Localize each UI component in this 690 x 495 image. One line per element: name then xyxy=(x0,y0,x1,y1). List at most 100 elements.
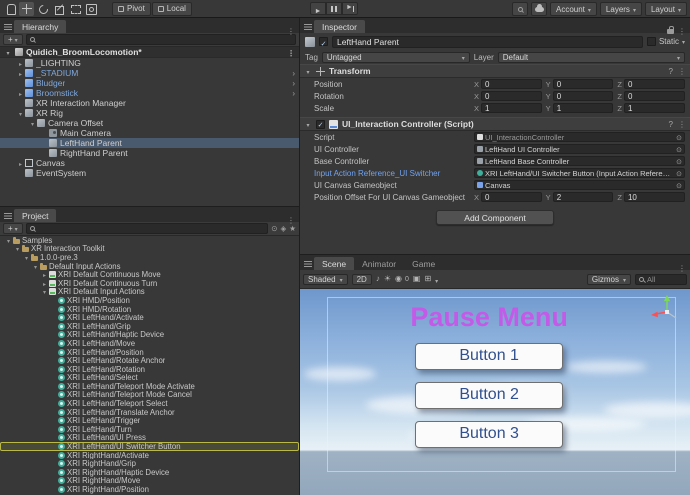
project-row[interactable]: Samples xyxy=(0,236,299,245)
open-prefab-chevron-icon[interactable] xyxy=(292,78,295,88)
fold-arrow-icon[interactable] xyxy=(22,253,31,262)
x-input[interactable]: 1 xyxy=(481,103,542,113)
project-row[interactable]: XRI Default Continuous Turn xyxy=(0,279,299,288)
tool-button[interactable] xyxy=(19,2,34,16)
project-row[interactable]: XRI RightHand/Position xyxy=(0,485,299,494)
pause-button[interactable] xyxy=(326,2,342,15)
pivot-toggle[interactable]: Pivot xyxy=(112,2,151,16)
project-row[interactable]: XRI LeftHand/UI Switcher Button xyxy=(0,442,299,451)
project-row[interactable]: XRI LeftHand/Translate Anchor xyxy=(0,408,299,417)
z-input[interactable]: 1 xyxy=(624,103,685,113)
project-row[interactable]: XRI LeftHand/Haptic Device xyxy=(0,331,299,340)
y-input[interactable]: 0 xyxy=(553,79,614,89)
fold-arrow-icon[interactable] xyxy=(28,118,37,128)
active-checkbox[interactable] xyxy=(319,37,328,46)
tag-dropdown[interactable]: Untagged xyxy=(322,52,470,63)
scene-viewport[interactable]: Pause Menu Button 1Button 2Button 3 xyxy=(300,289,690,495)
cloud-services-button[interactable] xyxy=(531,2,547,16)
project-row[interactable]: XR Interaction Toolkit xyxy=(0,245,299,254)
project-row[interactable]: XRI Default Input Actions xyxy=(0,288,299,297)
shading-mode-dropdown[interactable]: Shaded xyxy=(303,274,348,285)
project-row[interactable]: XRI HMD/Position xyxy=(0,296,299,305)
panel-menu-icon[interactable] xyxy=(287,210,295,228)
pane-menu-icon[interactable] xyxy=(304,260,312,268)
hierarchy-row[interactable]: Canvas xyxy=(0,158,299,168)
add-component-button[interactable]: Add Component xyxy=(436,210,554,225)
object-reference-field[interactable]: UI_InteractionController xyxy=(474,132,685,142)
z-input[interactable]: 0 xyxy=(624,91,685,101)
ui-button[interactable]: Button 3 xyxy=(415,421,563,448)
scene-visibility-icon[interactable] xyxy=(395,275,402,283)
view-tab[interactable]: Game xyxy=(404,257,443,270)
hierarchy-row[interactable]: Main Camera xyxy=(0,128,299,138)
effects-toggle-icon[interactable] xyxy=(384,275,391,283)
object-picker-icon[interactable] xyxy=(674,181,682,190)
fold-arrow-icon[interactable] xyxy=(40,288,49,297)
fold-arrow-icon[interactable] xyxy=(16,88,25,98)
fold-arrow-icon[interactable] xyxy=(304,119,312,129)
project-row[interactable]: XRI LeftHand/Move xyxy=(0,339,299,348)
fold-arrow-icon[interactable] xyxy=(304,66,312,76)
project-row[interactable]: XRI LeftHand/Teleport Mode Cancel xyxy=(0,391,299,400)
script-component-header[interactable]: UI_Interaction Controller (Script) xyxy=(300,117,690,131)
object-picker-icon[interactable] xyxy=(674,157,682,166)
pane-menu-icon[interactable] xyxy=(4,23,12,31)
lock-icon[interactable] xyxy=(667,29,674,34)
gizmos-dropdown[interactable]: Gizmos xyxy=(587,274,631,285)
component-enabled-checkbox[interactable] xyxy=(316,120,325,129)
axis-gizmo[interactable] xyxy=(648,293,684,327)
x-input[interactable]: 0 xyxy=(481,79,542,89)
project-row[interactable]: XRI LeftHand/Position xyxy=(0,348,299,357)
pane-menu-icon[interactable] xyxy=(304,23,312,31)
y-input[interactable]: 0 xyxy=(553,91,614,101)
hierarchy-row[interactable]: Broomstick xyxy=(0,88,299,98)
project-row[interactable]: XRI LeftHand/Activate xyxy=(0,313,299,322)
project-row[interactable]: XRI LeftHand/Trigger xyxy=(0,416,299,425)
tab-inspector[interactable]: Inspector xyxy=(314,20,365,33)
fold-arrow-icon[interactable] xyxy=(16,158,25,168)
object-reference-field[interactable]: Canvas xyxy=(474,180,685,190)
play-button[interactable] xyxy=(310,2,326,15)
x-input[interactable]: 0 xyxy=(481,91,542,101)
object-picker-icon[interactable] xyxy=(674,145,682,154)
transform-component-header[interactable]: Transform xyxy=(300,64,690,78)
hierarchy-row[interactable]: Bludger xyxy=(0,78,299,88)
layer-dropdown[interactable]: Default xyxy=(498,52,685,63)
project-search-input[interactable] xyxy=(26,223,269,234)
open-prefab-chevron-icon[interactable] xyxy=(292,88,295,98)
audio-toggle-icon[interactable] xyxy=(376,275,380,283)
layout-dropdown[interactable]: Layout xyxy=(645,2,687,16)
project-row[interactable]: XRI RightHand/Activate xyxy=(0,451,299,460)
ui-button[interactable]: Button 2 xyxy=(415,382,563,409)
object-reference-field[interactable]: XRI LeftHand/UI Switcher Button (Input A… xyxy=(474,168,685,178)
create-asset-button[interactable]: + xyxy=(3,223,23,234)
fold-arrow-icon[interactable] xyxy=(31,262,40,271)
project-row[interactable]: Default Input Actions xyxy=(0,262,299,271)
view-tab[interactable]: Animator xyxy=(354,257,404,270)
project-row[interactable]: XRI Default Continuous Move xyxy=(0,270,299,279)
hierarchy-row[interactable]: RightHand Parent xyxy=(0,148,299,158)
gameobject-name-field[interactable]: LeftHand Parent xyxy=(332,36,643,48)
hierarchy-row[interactable]: _STADIUM xyxy=(0,68,299,78)
help-icon[interactable] xyxy=(669,119,673,129)
project-row[interactable]: XRI RightHand/Move xyxy=(0,477,299,486)
tool-button[interactable] xyxy=(67,2,82,16)
fold-arrow-icon[interactable] xyxy=(40,270,49,279)
project-row[interactable]: XRI LeftHand/Rotation xyxy=(0,365,299,374)
ui-button[interactable]: Button 1 xyxy=(415,343,563,370)
view-tab[interactable]: Scene xyxy=(314,257,354,270)
project-row[interactable]: 1.0.0-pre.3 xyxy=(0,253,299,262)
z-input[interactable]: 10 xyxy=(624,192,685,202)
object-picker-icon[interactable] xyxy=(674,169,682,178)
hierarchy-row[interactable]: Camera Offset xyxy=(0,118,299,128)
project-row[interactable]: XRI LeftHand/Select xyxy=(0,374,299,383)
panel-menu-icon[interactable] xyxy=(287,21,295,39)
open-prefab-chevron-icon[interactable] xyxy=(292,68,295,78)
fold-arrow-icon[interactable] xyxy=(16,68,25,78)
project-row[interactable]: XRI LeftHand/Rotate Anchor xyxy=(0,356,299,365)
tool-button[interactable] xyxy=(35,2,50,16)
fold-arrow-icon[interactable] xyxy=(16,108,25,118)
hierarchy-row[interactable]: LeftHand Parent xyxy=(0,138,299,148)
fold-arrow-icon[interactable] xyxy=(40,279,49,288)
hierarchy-row[interactable]: _LIGHTING xyxy=(0,58,299,68)
